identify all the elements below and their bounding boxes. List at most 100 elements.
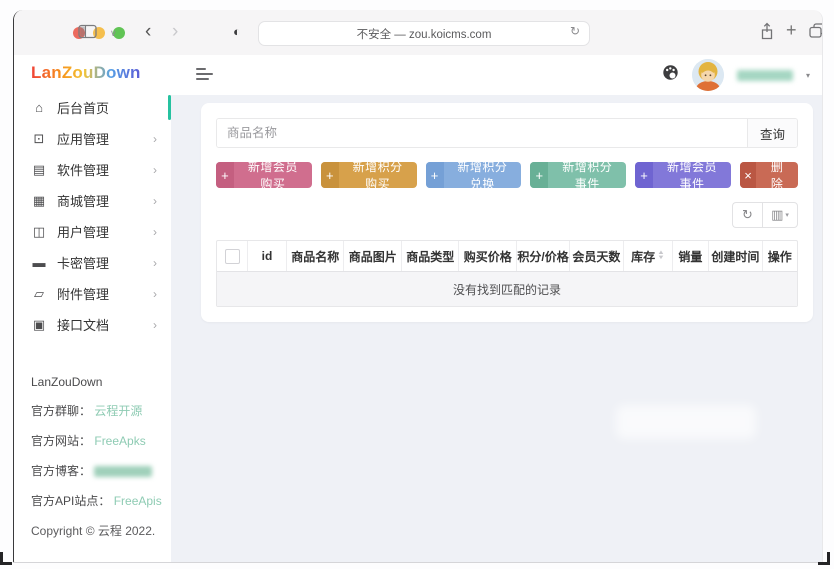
column-label: 商品名称 (291, 248, 339, 265)
chevron-right-icon: › (153, 256, 157, 270)
action-label: 新增积分兑换 (444, 162, 522, 188)
watermark-blob (616, 405, 756, 439)
display-icon: ⊡ (30, 131, 48, 147)
footer-link[interactable]: FreeApks (94, 434, 145, 448)
sidebar-footer: LanZouDown 官方群聊： 云程开源 官方网站： FreeApks (31, 375, 163, 539)
column-label: id (262, 249, 273, 263)
select-all-checkbox[interactable] (225, 249, 240, 264)
sidebar-toggle-icon[interactable] (78, 24, 97, 39)
table-toolbar: ↻ ▥▾ (216, 202, 798, 228)
footer-row-label: 官方网站： (31, 434, 91, 448)
search-bar: 查询 (216, 118, 798, 148)
column-label: 商品类型 (406, 248, 454, 265)
address-bar[interactable]: 不安全 — zou.koicms.com (258, 21, 590, 46)
chevron-right-icon: › (153, 194, 157, 208)
sidebar: LanZouDown ⌂ 后台首页 › ⊡ 应用管理 › (14, 55, 171, 562)
footer-row-label: 官方博客： (31, 464, 91, 478)
footer-row-group-chat: 官方群聊： 云程开源 (31, 402, 163, 419)
footer-row-api-site: 官方API站点： FreeApis (31, 492, 163, 509)
sidebar-item-cards[interactable]: ▬ 卡密管理 › (14, 247, 171, 278)
user-caret-down-icon[interactable]: ▾ (806, 71, 810, 80)
sidebar-item-api-docs[interactable]: ▣ 接口文档 › (14, 309, 171, 340)
refresh-icon: ↻ (742, 207, 753, 223)
column-header-points-price: 积分/价格 ▲▼ (517, 241, 570, 271)
column-label: 销量 (678, 248, 702, 265)
home-icon: ⌂ (30, 100, 48, 115)
reload-icon[interactable]: ↻ (570, 24, 580, 38)
action-button-add-member-purchase[interactable]: + 新增会员购买 (216, 162, 312, 188)
avatar[interactable] (692, 59, 724, 91)
window-corner-mark (818, 552, 830, 565)
sidebar-menu: ⌂ 后台首页 › ⊡ 应用管理 › ▤ 软件管理 › (14, 92, 171, 340)
footer-row-label: 官方API站点： (31, 494, 110, 508)
theme-palette-icon[interactable] (662, 64, 679, 86)
sidebar-item-label: 接口文档 (57, 315, 153, 334)
column-label: 商品图片 (349, 248, 397, 265)
action-button-add-points-event[interactable]: + 新增积分事件 (530, 162, 626, 188)
action-button-add-member-event[interactable]: + 新增会员事件 (635, 162, 731, 188)
column-header-buy-price: 购买价格 ▲▼ (459, 241, 516, 271)
sidebar-item-label: 应用管理 (57, 129, 153, 148)
header-right: ▾ (662, 55, 810, 95)
chevron-right-icon: › (153, 225, 157, 239)
refresh-button[interactable]: ↻ (732, 202, 762, 228)
browser-window: ∨ ‹ › ◐ 不安全 — zou.koicms.com ↻ + LanZouD… (13, 10, 823, 563)
footer-row-website: 官方网站： FreeApks (31, 432, 163, 449)
web-page: LanZouDown ⌂ 后台首页 › ⊡ 应用管理 › (14, 55, 822, 562)
forward-icon[interactable]: › (172, 21, 178, 43)
top-header: ▾ (171, 55, 822, 95)
action-label: 删除 (756, 162, 798, 188)
tab-overview-icon[interactable] (809, 23, 823, 38)
action-icon: × (740, 162, 756, 188)
app-logo[interactable]: LanZouDown (31, 63, 141, 83)
column-header-actions: 操作 ▲▼ (763, 241, 798, 271)
copyright: Copyright © 云程 2022. (31, 522, 163, 539)
footer-app-name: LanZouDown (31, 375, 163, 389)
action-button-add-points-purchase[interactable]: + 新增积分购买 (321, 162, 417, 188)
footer-link[interactable]: 云程开源 (94, 404, 142, 418)
products-card: 查询 + 新增会员购买 + 新增积分购买 + 新增积分 (201, 103, 813, 322)
action-label: 新增积分购买 (339, 162, 417, 188)
share-icon[interactable] (759, 22, 775, 41)
action-button-delete[interactable]: × 删除 (740, 162, 798, 188)
sidebar-item-attachments[interactable]: ▱ 附件管理 › (14, 278, 171, 309)
main-content: 查询 + 新增会员购买 + 新增积分购买 + 新增积分 (171, 95, 822, 562)
columns-icon: ▥ (771, 207, 783, 223)
action-button-add-points-exchange[interactable]: + 新增积分兑换 (426, 162, 522, 188)
redacted-link (94, 466, 152, 477)
footer-link[interactable]: FreeApis (114, 494, 162, 508)
chevron-right-icon: › (153, 163, 157, 177)
sidebar-item-label: 软件管理 (57, 160, 153, 179)
footer-row-label: 官方群聊： (31, 404, 91, 418)
sidebar-item-software[interactable]: ▤ 软件管理 › (14, 154, 171, 185)
column-label: 会员天数 (572, 248, 620, 265)
username-redacted[interactable] (737, 70, 793, 81)
image-icon: ▤ (30, 162, 48, 178)
empty-state: 没有找到匹配的记录 (217, 272, 797, 306)
sidebar-item-mall[interactable]: ▦ 商城管理 › (14, 185, 171, 216)
column-header-sales: 销量 ▲▼ (673, 241, 710, 271)
action-label: 新增会员购买 (234, 162, 312, 188)
screenshot-canvas: ∨ ‹ › ◐ 不安全 — zou.koicms.com ↻ + LanZouD… (0, 0, 834, 569)
new-tab-icon[interactable]: + (786, 20, 797, 41)
chevron-right-icon: › (153, 318, 157, 332)
action-icon: + (635, 162, 653, 188)
window-corner-mark (0, 552, 12, 565)
sidebar-item-users[interactable]: ◫ 用户管理 › (14, 216, 171, 247)
chevron-right-icon: › (153, 287, 157, 301)
search-input[interactable] (217, 119, 747, 147)
back-icon[interactable]: ‹ (145, 21, 151, 43)
action-label: 新增积分事件 (548, 162, 626, 188)
column-header-stock[interactable]: 库存 ▲▼ (624, 241, 673, 271)
sidebar-toggle-caret-icon[interactable]: ∨ (110, 28, 117, 39)
privacy-shield-icon[interactable]: ◐ (233, 24, 241, 39)
menu-collapse-icon[interactable] (196, 68, 214, 80)
sidebar-item-label: 后台首页 (57, 98, 157, 117)
sidebar-item-apps[interactable]: ⊡ 应用管理 › (14, 123, 171, 154)
search-button[interactable]: 查询 (747, 119, 797, 147)
columns-toggle-button[interactable]: ▥▾ (762, 202, 798, 228)
column-header-type: 商品类型 ▲▼ (402, 241, 459, 271)
sidebar-item-home[interactable]: ⌂ 后台首页 › (14, 92, 171, 123)
action-icon: + (321, 162, 339, 188)
action-label: 新增会员事件 (653, 162, 731, 188)
